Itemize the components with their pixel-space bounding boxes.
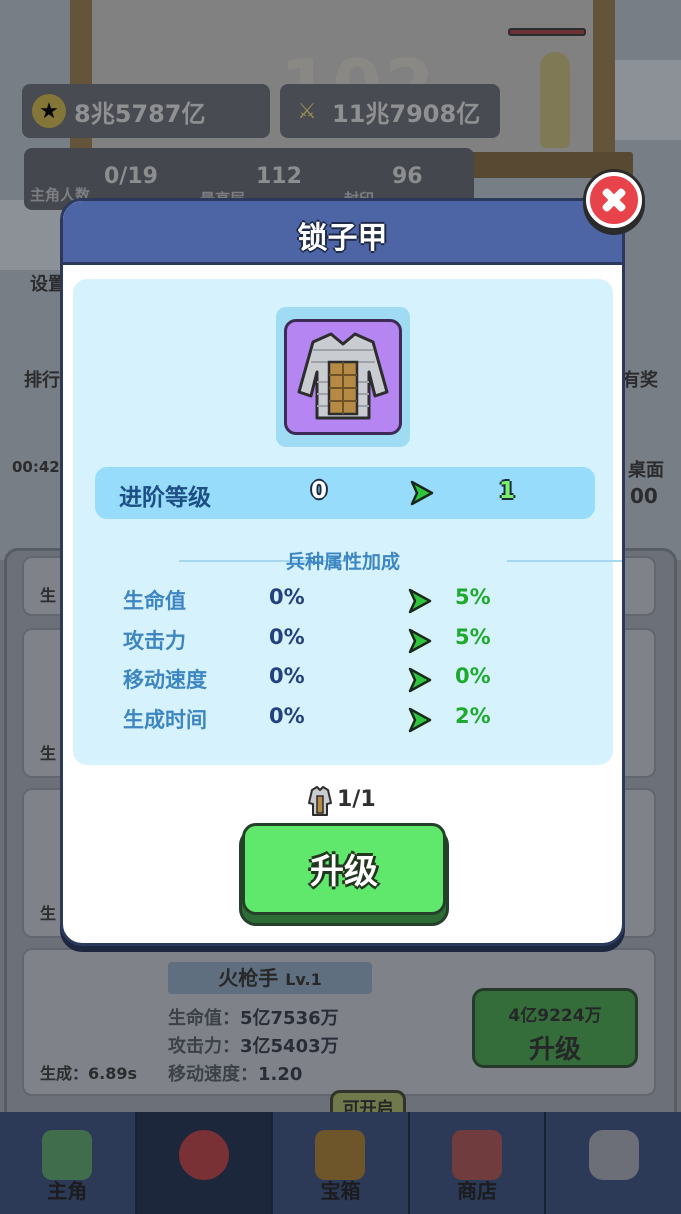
chainmail-small-icon bbox=[308, 786, 332, 816]
attribute-name: 攻击力 bbox=[123, 629, 186, 653]
attribute-row: 生命值 0% 5% bbox=[73, 585, 613, 615]
chainmail-armor-icon-art bbox=[297, 332, 389, 420]
upgrade-button-label: 升级 bbox=[310, 852, 378, 892]
dialog-title: 锁子甲 bbox=[297, 221, 388, 256]
attribute-to: 0% bbox=[455, 664, 491, 688]
attribute-row: 攻击力 0% 5% bbox=[73, 625, 613, 655]
attribute-from: 0% bbox=[269, 664, 305, 688]
attribute-to: 5% bbox=[455, 625, 491, 649]
dialog-header: 锁子甲 bbox=[63, 201, 622, 265]
arrow-right-icon bbox=[408, 588, 432, 614]
arrow-right-icon bbox=[408, 628, 432, 654]
attribute-from: 0% bbox=[269, 625, 305, 649]
attribute-from: 0% bbox=[269, 585, 305, 609]
rank-label: 进阶等级 bbox=[119, 485, 211, 511]
item-count: 1/1 bbox=[337, 787, 376, 812]
attribute-row: 移动速度 0% 0% bbox=[73, 664, 613, 694]
close-button[interactable] bbox=[586, 172, 642, 228]
divider bbox=[507, 560, 622, 562]
rank-to-value: 1 bbox=[499, 478, 516, 504]
equipment-detail-dialog: 锁子甲 进阶等级 0 1 兵种属性加成 生命值 0% 5% 攻击力 0% 5% … bbox=[60, 198, 625, 946]
arrow-right-icon bbox=[410, 480, 434, 506]
arrow-right-icon bbox=[408, 707, 432, 733]
attribute-from: 0% bbox=[269, 704, 305, 728]
attribute-name: 生命值 bbox=[123, 589, 186, 613]
attribute-to: 5% bbox=[455, 585, 491, 609]
attribute-to: 2% bbox=[455, 704, 491, 728]
attribute-name: 生成时间 bbox=[123, 708, 207, 732]
attribute-row: 生成时间 0% 2% bbox=[73, 704, 613, 734]
item-frame bbox=[276, 307, 410, 447]
chainmail-armor-icon bbox=[284, 319, 402, 435]
rank-from-value: 0 bbox=[311, 478, 328, 504]
attribute-name: 移动速度 bbox=[123, 668, 207, 692]
upgrade-button[interactable]: 升级 bbox=[242, 823, 446, 915]
arrow-right-icon bbox=[408, 667, 432, 693]
info-panel: 进阶等级 0 1 兵种属性加成 生命值 0% 5% 攻击力 0% 5% 移动速度… bbox=[73, 279, 622, 765]
rank-level-bar: 进阶等级 0 1 bbox=[95, 467, 595, 519]
